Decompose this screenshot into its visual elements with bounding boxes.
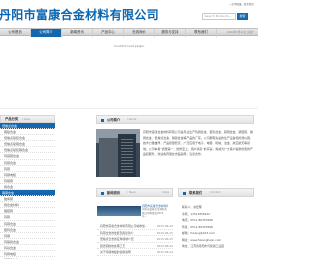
- contact-title: 联系我们: [189, 191, 203, 195]
- news-title: 新闻资讯: [107, 191, 121, 195]
- sidebar-title: 产品分类: [5, 117, 19, 121]
- about-title: 公司简介: [107, 118, 121, 122]
- square-bullet-icon: [101, 191, 104, 195]
- sidebar-header: 产品分类 / View: [0, 115, 55, 123]
- nav-item-home[interactable]: 公司首页: [0, 29, 31, 37]
- search-button[interactable]: 搜索: [237, 13, 248, 20]
- nav-item-about[interactable]: 公司简介: [31, 29, 62, 37]
- search-input[interactable]: Search Products...: [202, 13, 236, 20]
- top-links[interactable]: 一定用收藏 · 联系我们: [229, 2, 254, 6]
- square-bullet-icon: [183, 191, 186, 195]
- plugin-error-message: Couldn't load plugin.: [114, 44, 146, 48]
- news-more-link[interactable]: more: [162, 189, 169, 197]
- news-row[interactable]: 关于钨铜电极的使用说明 2015-06-24: [97, 249, 173, 256]
- main-nav: 公司首页 公司简介 新闻资讯 产品中心 在线询价 服务与支持 联系我们 2024…: [0, 28, 258, 37]
- news-featured-summary: 丹阳市富康合金材料有限公司将参加2015年…: [142, 208, 168, 219]
- contact-header: 联系我们 / Contact: [178, 188, 254, 197]
- nav-item-news[interactable]: 新闻资讯: [62, 29, 93, 37]
- nav-item-products[interactable]: 产品中心: [93, 29, 124, 37]
- contact-subtitle: / Contact: [209, 191, 221, 194]
- news-list: 丹阳市富康合金材料有限公司将参加… 2015-06-25 钨铜合金的性能及用途简介 2…: [97, 223, 173, 256]
- about-text: 丹阳市富康合金材料有限公司是专业生产钨铜合金、银钨合金、钼铜合金、铬锆铜、铍铜合…: [143, 130, 253, 156]
- sidebar-subtitle: / View: [22, 118, 30, 121]
- news-subtitle: / News: [127, 191, 136, 194]
- nav-item-service[interactable]: 服务与支持: [155, 29, 186, 37]
- nav-item-inquiry[interactable]: 在线询价: [124, 29, 155, 37]
- contact-row: 地址：江苏省丹阳市司徒镇工业园: [182, 244, 224, 248]
- news-header: 新闻资讯 / News more: [96, 188, 173, 197]
- contact-info: 联系人：余经理 手机：13511858222 电话：0511-86357898 传真：…: [182, 204, 254, 250]
- news-row-date: 2015-06-24: [156, 250, 173, 254]
- nav-item-contact[interactable]: 联系我们: [186, 29, 217, 37]
- about-header: 公司简介 / About: [96, 115, 254, 124]
- news-featured-image[interactable]: [97, 206, 141, 216]
- product-category-list: 低熔点合金 锡铋合金 低熔点铋铅合金 低熔点铋锡合金 低熔点铋铅锡合金 钨钼铜合金 钨铜合金…: [0, 123, 55, 259]
- company-building-photo: [96, 129, 140, 177]
- nav-date: 2024年7月22日 星期一: [227, 31, 255, 34]
- square-bullet-icon: [101, 118, 104, 122]
- company-logo[interactable]: 丹阳市富康合金材料有限公司: [0, 8, 159, 22]
- about-subtitle: / About: [127, 118, 137, 121]
- news-row-title[interactable]: 关于钨铜电极的使用说明: [100, 249, 154, 256]
